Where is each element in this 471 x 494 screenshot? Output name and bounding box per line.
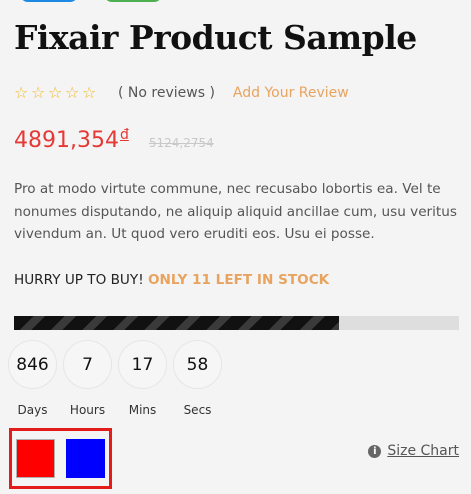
stock-prefix: HURRY UP TO BUY! <box>14 272 144 288</box>
old-price: 5124,2754 <box>148 136 214 150</box>
star-icon: ☆ <box>31 83 46 102</box>
current-price: 4891,354 <box>14 128 119 153</box>
size-chart-link[interactable]: i Size Chart <box>368 443 459 459</box>
countdown-days-value: 846 <box>8 340 57 389</box>
countdown-timer: 846 Days 7 Hours 17 Mins 58 Secs <box>8 340 222 417</box>
info-icon: i <box>368 444 382 458</box>
swatch-red[interactable] <box>16 439 55 478</box>
product-title: Fixair Product Sample <box>14 18 417 57</box>
countdown-days: 846 Days <box>8 340 57 417</box>
countdown-secs-label: Secs <box>183 403 212 417</box>
reviews-count: ( No reviews ) <box>118 85 215 101</box>
product-description: Pro at modo virtute commune, nec recusab… <box>14 181 457 242</box>
price-row: 4891,354 đ 5124,2754 <box>14 127 214 153</box>
star-rating: ☆ ☆ ☆ ☆ ☆ <box>14 85 98 101</box>
stock-progress-bar <box>14 316 459 330</box>
top-green-button[interactable] <box>104 0 162 2</box>
star-icon: ☆ <box>48 83 63 102</box>
size-chart-label: Size Chart <box>387 443 459 459</box>
countdown-mins-value: 17 <box>118 340 167 389</box>
countdown-hours: 7 Hours <box>63 340 112 417</box>
stock-left: ONLY 11 LEFT IN STOCK <box>147 272 330 288</box>
countdown-hours-value: 7 <box>63 340 112 389</box>
add-review-link[interactable]: Add Your Review <box>233 85 349 101</box>
currency-symbol: đ <box>119 127 129 143</box>
countdown-secs: 58 Secs <box>173 340 222 417</box>
swatch-blue[interactable] <box>66 439 105 478</box>
countdown-secs-value: 58 <box>173 340 222 389</box>
rating-row: ☆ ☆ ☆ ☆ ☆ ( No reviews ) Add Your Review <box>14 84 349 102</box>
color-swatches <box>9 428 112 489</box>
top-buttons <box>20 0 162 2</box>
top-blue-button[interactable] <box>20 0 78 2</box>
star-icon: ☆ <box>82 83 97 102</box>
countdown-days-label: Days <box>17 403 48 417</box>
star-icon: ☆ <box>14 83 29 102</box>
stock-notice: HURRY UP TO BUY! ONLY 11 LEFT IN STOCK <box>14 272 329 288</box>
countdown-mins: 17 Mins <box>118 340 167 417</box>
stock-progress-fill <box>14 316 339 330</box>
countdown-mins-label: Mins <box>128 403 157 417</box>
star-icon: ☆ <box>65 83 80 102</box>
countdown-hours-label: Hours <box>69 403 106 417</box>
